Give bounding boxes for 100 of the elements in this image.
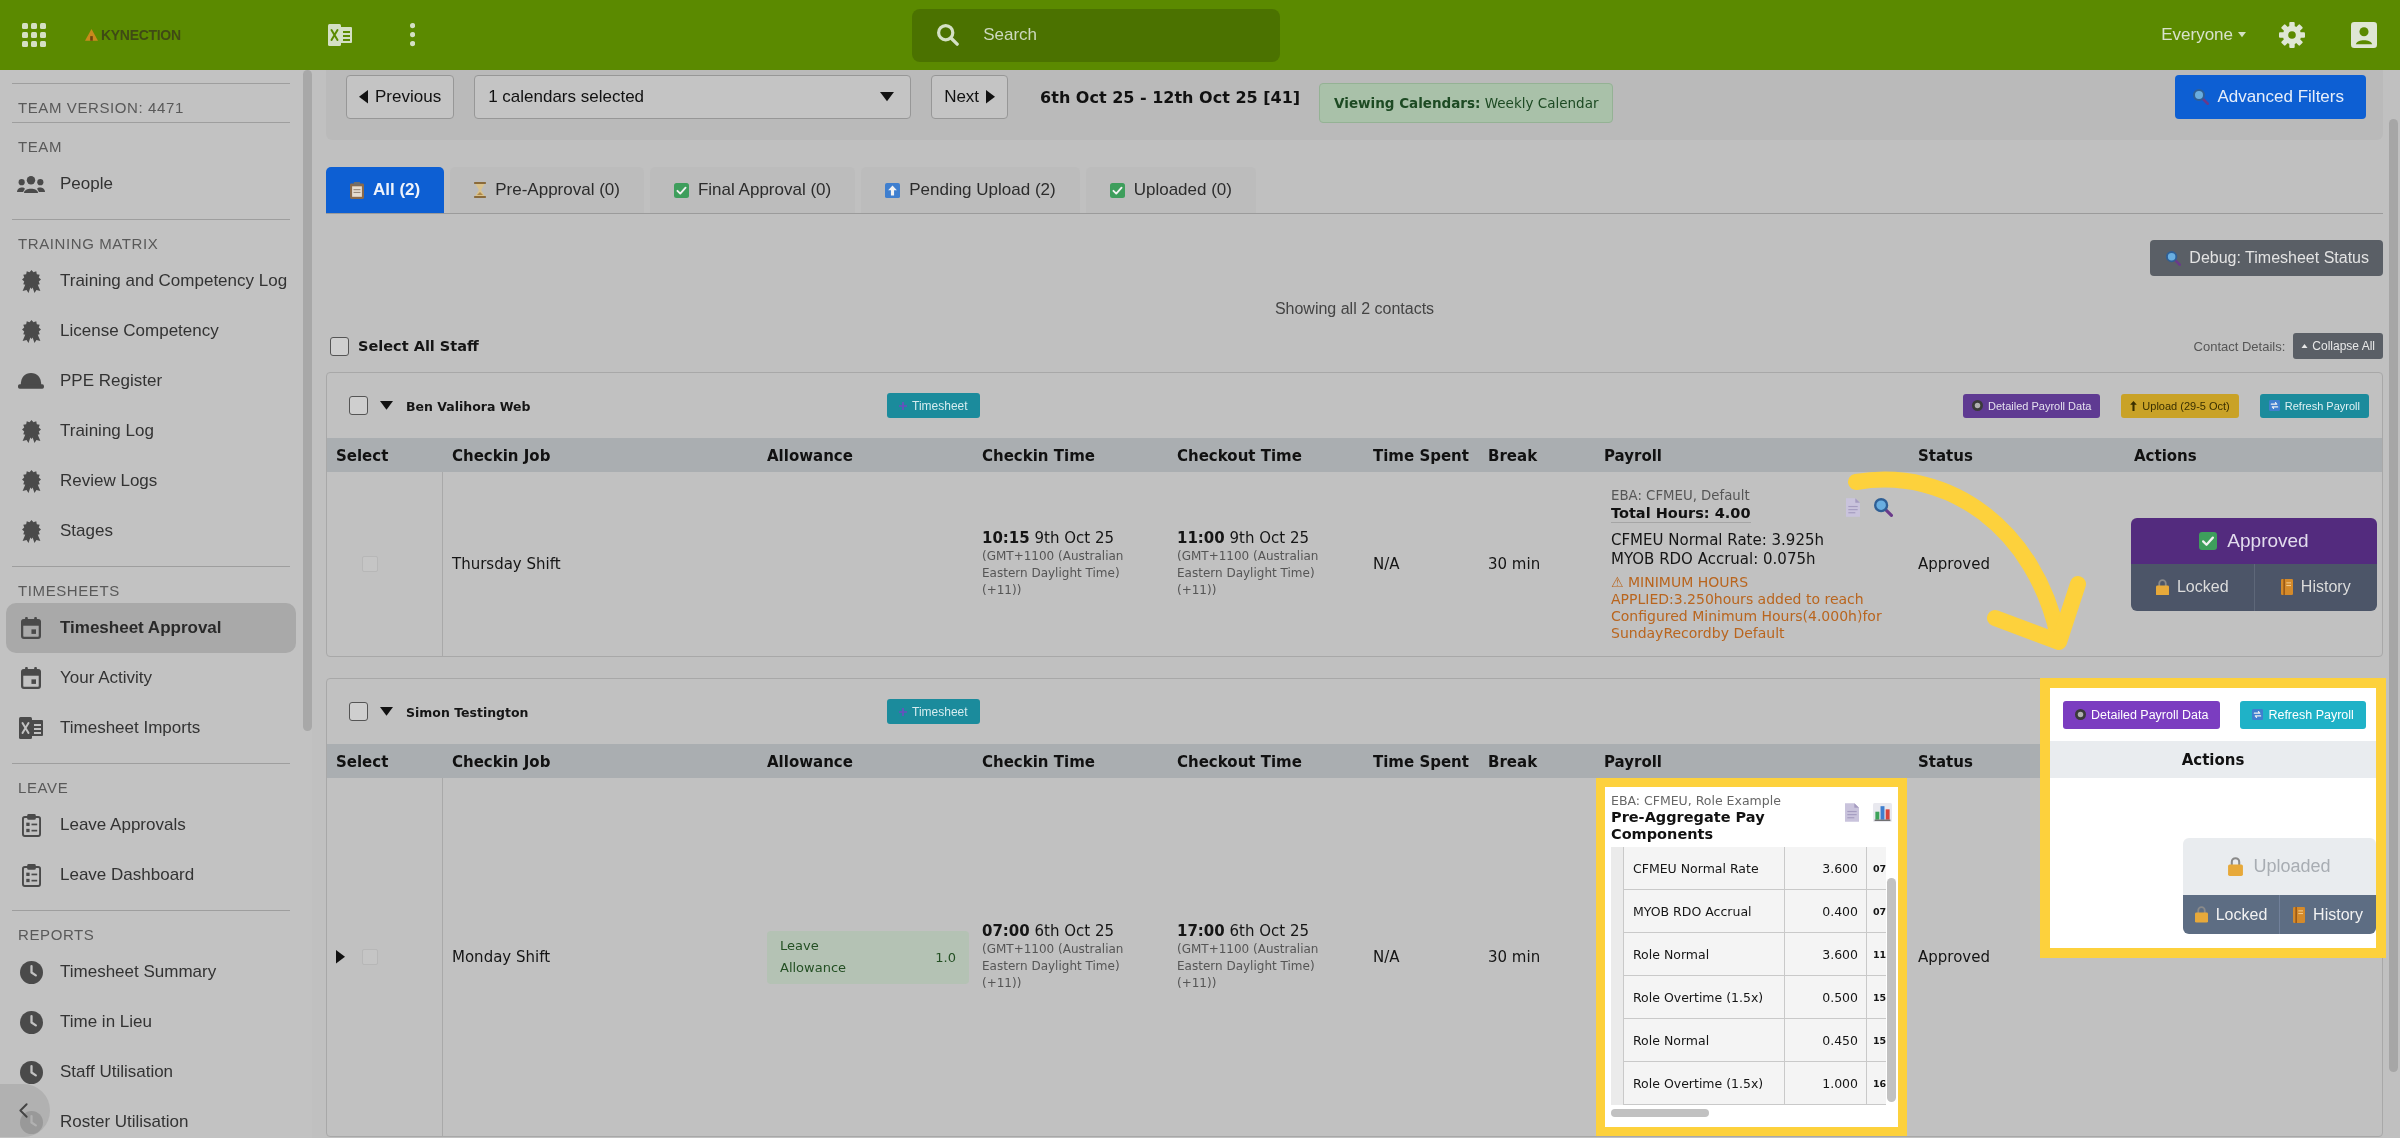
expand-toggle-icon[interactable] xyxy=(380,401,393,410)
clipboard-icon xyxy=(21,863,41,887)
table-cell: MYOB RDO Accrual xyxy=(1623,890,1784,933)
section-heading: TEAM xyxy=(18,137,63,157)
table-cell: 07 xyxy=(1866,890,1886,933)
sidebar-item[interactable]: People xyxy=(60,173,113,195)
clock-icon xyxy=(19,1060,43,1084)
sidebar-item[interactable]: Timesheet Summary xyxy=(60,961,217,983)
sidebar-item[interactable]: Your Activity xyxy=(60,667,152,689)
timezone-text: (GMT+1100 (Australian Eastern Daylight Time) (+11)) xyxy=(1177,548,1320,599)
helmet-icon xyxy=(18,373,44,389)
expand-row-icon[interactable] xyxy=(336,950,345,964)
next-button[interactable]: Next xyxy=(931,75,1009,119)
sidebar-item[interactable]: Timesheet Approval xyxy=(6,603,296,653)
column-header: Payroll xyxy=(1604,752,1662,771)
sidebar-item[interactable]: PPE Register xyxy=(60,370,163,392)
action-button[interactable]: Locked xyxy=(2183,895,2279,934)
sidebar-item[interactable]: Time in Lieu xyxy=(60,1011,152,1033)
sidebar-item[interactable]: Review Logs xyxy=(60,470,158,492)
scrollbar-thumb[interactable] xyxy=(303,70,312,731)
sidebar-item[interactable]: Roster Utilisation xyxy=(60,1111,189,1133)
filter-tab[interactable]: Final Approval (0) xyxy=(649,167,856,213)
document-icon[interactable] xyxy=(1845,803,1859,822)
search-field[interactable]: Search xyxy=(912,8,1281,62)
column-header: Checkout Time xyxy=(1177,752,1302,771)
search-input[interactable]: Search xyxy=(983,23,1264,47)
bar-chart-icon[interactable] xyxy=(1873,803,1892,822)
date-range-label: 6th Oct 25 - 12th Oct 25 [41] xyxy=(1040,87,1301,107)
scrollbar-thumb[interactable] xyxy=(1611,1109,1709,1117)
upload-button[interactable]: Upload (29-5 Oct) xyxy=(2121,393,2239,418)
triangle-right-icon xyxy=(986,90,996,104)
checkin-time: 07:00 6th Oct 25 xyxy=(982,922,1114,941)
debug-status-button[interactable]: Debug: Timesheet Status xyxy=(2150,240,2383,276)
column-header: Actions xyxy=(2181,750,2245,769)
expand-toggle-icon[interactable] xyxy=(380,707,393,716)
caret-down-icon xyxy=(880,92,895,102)
account-icon[interactable] xyxy=(2351,22,2377,48)
action-button[interactable]: History xyxy=(2253,563,2377,611)
sidebar-item[interactable]: Leave Approvals xyxy=(60,814,186,836)
action-button[interactable]: Locked xyxy=(2131,563,2254,611)
collapse-sidebar-button[interactable] xyxy=(0,1084,50,1137)
checkout-time: 17:00 6th Oct 25 xyxy=(1177,922,1309,941)
detailed-payroll-button[interactable]: Detailed Payroll Data xyxy=(1963,393,2101,418)
calendar-dropdown[interactable]: 1 calendars selected xyxy=(474,75,912,119)
sidebar-item[interactable]: Leave Dashboard xyxy=(60,864,195,886)
search-icon xyxy=(2193,89,2210,105)
document-icon[interactable] xyxy=(1846,498,1860,517)
table-cell: Role Overtime (1.5x) xyxy=(1623,1062,1784,1105)
advanced-filters-button[interactable]: Advanced Filters xyxy=(2175,75,2366,119)
award-icon xyxy=(21,519,41,543)
detailed-payroll-button[interactable]: Detailed Payroll Data xyxy=(2063,700,2221,729)
scrollbar-thumb[interactable] xyxy=(2389,119,2398,1072)
apps-grid-icon[interactable] xyxy=(22,23,46,47)
column-header: Checkin Time xyxy=(982,752,1095,771)
search-icon xyxy=(2166,250,2182,266)
caret-icon xyxy=(2238,32,2246,38)
chevron-left-icon xyxy=(19,1103,28,1118)
table-cell: 3.600 xyxy=(1784,933,1866,976)
checkbox[interactable] xyxy=(349,396,368,415)
sidebar-item[interactable]: Stages xyxy=(60,520,113,542)
spreadsheet-icon[interactable] xyxy=(328,24,352,46)
allowance-label: Leave Allowance xyxy=(780,937,848,977)
column-header: Checkout Time xyxy=(1177,446,1302,465)
eba-label: EBA: CFMEU, Role Example xyxy=(1611,793,1781,809)
table-cell: 07 xyxy=(1866,847,1886,890)
search-icon[interactable] xyxy=(1874,498,1893,517)
contact-details-label: Contact Details: xyxy=(2193,338,2286,354)
swap-arrows-icon xyxy=(2268,400,2280,411)
status-text: Approved xyxy=(1918,555,1990,573)
table-cell: Role Overtime (1.5x) xyxy=(1623,976,1784,1019)
column-header: Payroll xyxy=(1604,446,1662,465)
job-name: Thursday Shift xyxy=(452,555,561,573)
time-spent-value: N/A xyxy=(1373,948,1400,966)
award-icon xyxy=(21,269,41,293)
sidebar-item[interactable]: Timesheet Imports xyxy=(60,717,201,739)
filter-tab[interactable]: Uploaded (0) xyxy=(1085,167,1256,213)
filter-tab[interactable]: Pending Upload (2) xyxy=(861,167,1080,213)
column-header: Select xyxy=(336,752,389,771)
action-button[interactable]: History xyxy=(2279,895,2376,934)
section-heading: TRAINING MATRIX xyxy=(18,234,159,254)
checkbox[interactable] xyxy=(330,336,349,356)
collapse-all-button[interactable]: Collapse All xyxy=(2293,333,2383,359)
column-header: Actions xyxy=(2134,446,2197,465)
refresh-payroll-button[interactable]: Refresh Payroll xyxy=(2259,393,2369,418)
section-heading: REPORTS xyxy=(18,925,95,945)
sidebar-item[interactable]: Staff Utilisation xyxy=(60,1061,174,1083)
previous-button[interactable]: Previous xyxy=(346,75,455,119)
sidebar-item[interactable]: License Competency xyxy=(60,320,219,342)
sidebar-item[interactable]: Training and Competency Log xyxy=(60,270,288,292)
sidebar-item[interactable]: Training Log xyxy=(60,420,154,442)
filter-tab[interactable]: Pre-Approval (0) xyxy=(450,167,644,213)
filter-tab[interactable]: All (2) xyxy=(326,167,445,213)
approved-button[interactable]: Approved xyxy=(2131,517,2377,564)
checkbox[interactable] xyxy=(349,702,368,721)
table-cell: 3.600 xyxy=(1784,847,1866,890)
settings-icon[interactable] xyxy=(2279,22,2305,48)
more-menu-icon[interactable] xyxy=(410,23,416,47)
table-cell: 15 xyxy=(1866,1019,1886,1062)
eba-label: EBA: CFMEU, Default xyxy=(1611,488,1750,504)
scrollbar-thumb[interactable] xyxy=(1887,878,1896,1102)
